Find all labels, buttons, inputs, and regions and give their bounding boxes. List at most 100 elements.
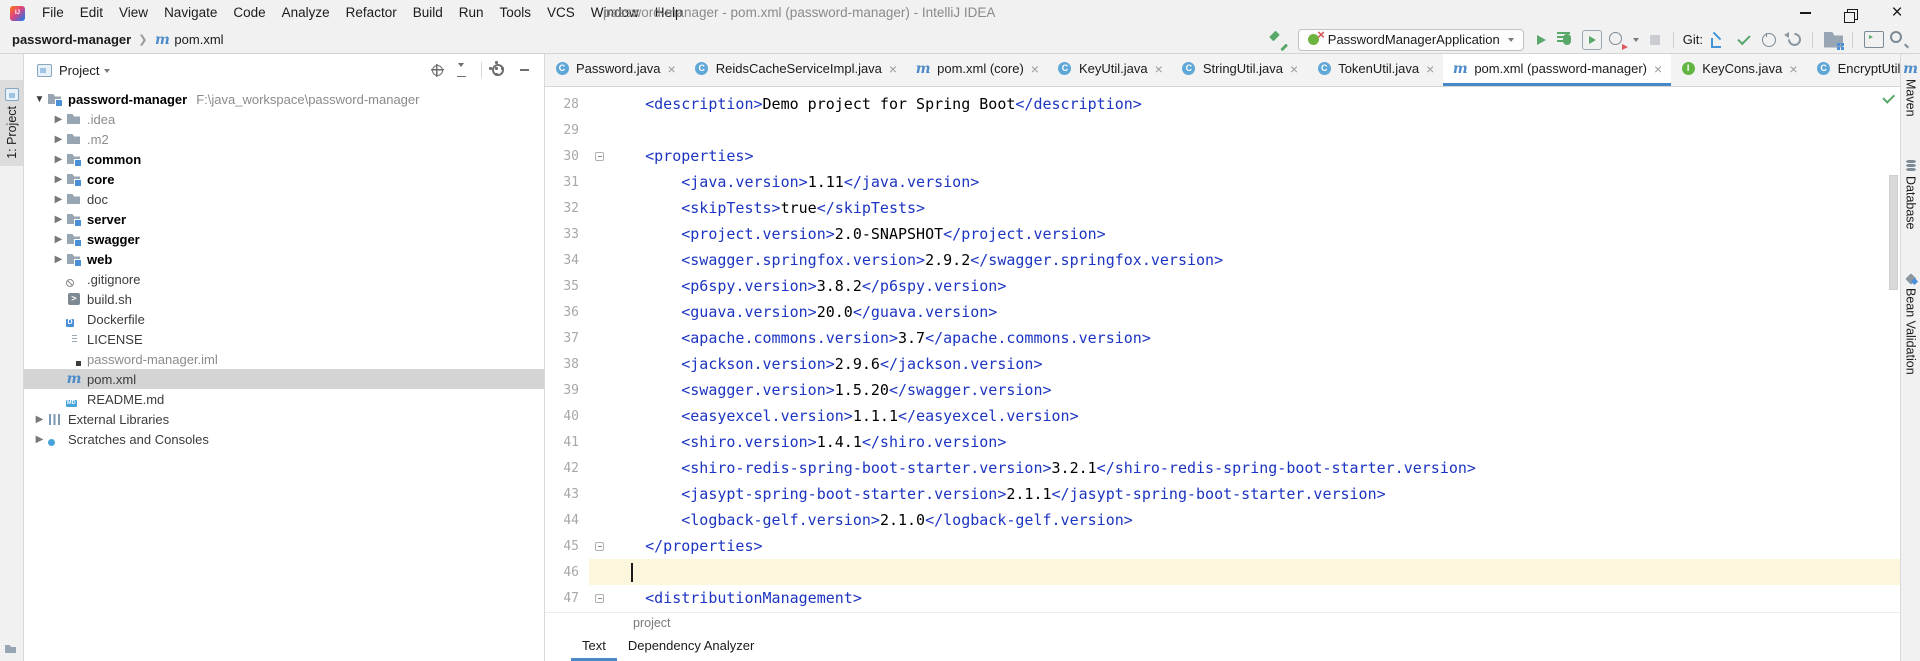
- git-update-button[interactable]: [1708, 29, 1730, 51]
- bottom-tab-text[interactable]: Text: [571, 633, 617, 661]
- code-line[interactable]: 42 <shiro-redis-spring-boot-starter.vers…: [545, 455, 1900, 481]
- menu-view[interactable]: View: [111, 0, 156, 26]
- tree-arrow-icon[interactable]: ▶: [51, 194, 66, 205]
- tree-arrow-icon[interactable]: ▶: [32, 414, 47, 425]
- tool-window-tab-maven[interactable]: Maven: [1904, 62, 1918, 117]
- locate-file-button[interactable]: [427, 60, 447, 80]
- tree-row[interactable]: ▶swagger: [24, 229, 544, 249]
- breadcrumb-file[interactable]: pom.xml: [174, 32, 223, 47]
- tree-row[interactable]: build.sh: [24, 289, 544, 309]
- code-line[interactable]: 34 <swagger.springfox.version>2.9.2</swa…: [545, 247, 1900, 273]
- menu-build[interactable]: Build: [405, 0, 451, 26]
- code-line[interactable]: 39 <swagger.version>1.5.20</swagger.vers…: [545, 377, 1900, 403]
- search-everywhere-button[interactable]: [1888, 29, 1910, 51]
- close-icon[interactable]: ×: [889, 61, 897, 77]
- close-button[interactable]: [1874, 0, 1920, 26]
- tree-row[interactable]: ▶core: [24, 169, 544, 189]
- code-line[interactable]: 29: [545, 117, 1900, 143]
- tree-arrow-icon[interactable]: ▼: [32, 94, 47, 105]
- editor-tab[interactable]: pom.xml (password-manager)×: [1443, 54, 1671, 86]
- menu-refactor[interactable]: Refactor: [338, 0, 405, 26]
- tool-window-tab-bean-validation[interactable]: Bean Validation: [1904, 271, 1918, 375]
- code-line[interactable]: 40 <easyexcel.version>1.1.1</easyexcel.v…: [545, 403, 1900, 429]
- menu-file[interactable]: File: [34, 0, 72, 26]
- profiler-button[interactable]: [1606, 29, 1628, 51]
- close-icon[interactable]: ×: [1789, 61, 1797, 77]
- git-commit-button[interactable]: [1733, 29, 1755, 51]
- fold-icon[interactable]: [595, 152, 604, 161]
- code-line[interactable]: 38 <jackson.version>2.9.6</jackson.versi…: [545, 351, 1900, 377]
- tree-arrow-icon[interactable]: ▶: [51, 134, 66, 145]
- breadcrumb-tag[interactable]: project: [633, 616, 671, 630]
- project-view-selector[interactable]: Project: [59, 63, 99, 78]
- favorites-icon[interactable]: [4, 642, 18, 656]
- tree-row[interactable]: password-manager.iml: [24, 349, 544, 369]
- close-icon[interactable]: ×: [1654, 61, 1662, 77]
- breadcrumb-project[interactable]: password-manager: [12, 32, 131, 47]
- tree-row[interactable]: LICENSE: [24, 329, 544, 349]
- profiler-dropdown-icon[interactable]: [1631, 29, 1641, 51]
- tree-row[interactable]: ▶External Libraries: [24, 409, 544, 429]
- run-button[interactable]: [1531, 29, 1553, 51]
- code-line[interactable]: 28 <description>Demo project for Spring …: [545, 91, 1900, 117]
- tree-row[interactable]: Dockerfile: [24, 309, 544, 329]
- tree-arrow-icon[interactable]: ▶: [51, 214, 66, 225]
- code-line[interactable]: 41 <shiro.version>1.4.1</shiro.version>: [545, 429, 1900, 455]
- close-icon[interactable]: ×: [1155, 61, 1163, 77]
- tree-arrow-icon[interactable]: ▶: [51, 234, 66, 245]
- collapse-all-button[interactable]: [453, 60, 473, 80]
- editor-tab[interactable]: pom.xml (core)×: [906, 54, 1048, 86]
- menu-edit[interactable]: Edit: [72, 0, 111, 26]
- terminal-button[interactable]: [1863, 29, 1885, 51]
- code-line[interactable]: 47 <distributionManagement>: [545, 585, 1900, 611]
- editor-tab[interactable]: StringUtil.java×: [1172, 54, 1307, 86]
- menu-analyze[interactable]: Analyze: [274, 0, 338, 26]
- git-rollback-button[interactable]: [1783, 29, 1805, 51]
- tree-row[interactable]: pom.xml: [24, 369, 544, 389]
- menu-code[interactable]: Code: [225, 0, 273, 26]
- menu-navigate[interactable]: Navigate: [156, 0, 225, 26]
- code-line[interactable]: 44 <logback-gelf.version>2.1.0</logback-…: [545, 507, 1900, 533]
- tree-row[interactable]: ▶server: [24, 209, 544, 229]
- tree-arrow-icon[interactable]: ▶: [51, 154, 66, 165]
- code-line[interactable]: 46: [545, 559, 1900, 585]
- vcs-changes-button[interactable]: [1823, 29, 1845, 51]
- tree-row[interactable]: ▶doc: [24, 189, 544, 209]
- tree-row[interactable]: .gitignore: [24, 269, 544, 289]
- tree-row[interactable]: ▼password-managerF:\java_workspace\passw…: [24, 89, 544, 109]
- close-icon[interactable]: ×: [1426, 61, 1434, 77]
- menu-tools[interactable]: Tools: [492, 0, 540, 26]
- tree-row[interactable]: ▶web: [24, 249, 544, 269]
- minimize-button[interactable]: [1782, 0, 1828, 26]
- run-configuration-select[interactable]: PasswordManagerApplication: [1298, 29, 1524, 51]
- tree-arrow-icon[interactable]: ▶: [51, 114, 66, 125]
- tree-row[interactable]: README.md: [24, 389, 544, 409]
- editor-tab[interactable]: ReidsCacheServiceImpl.java×: [685, 54, 906, 86]
- inspections-ok-icon[interactable]: [1880, 90, 1896, 106]
- tree-row[interactable]: ▶.idea: [24, 109, 544, 129]
- close-icon[interactable]: ×: [1290, 61, 1298, 77]
- code-line[interactable]: 33 <project.version>2.0-SNAPSHOT</projec…: [545, 221, 1900, 247]
- editor-tab[interactable]: Password.java×: [545, 54, 685, 86]
- tree-arrow-icon[interactable]: ▶: [51, 254, 66, 265]
- debug-button[interactable]: [1556, 29, 1578, 51]
- code-line[interactable]: 30 <properties>: [545, 143, 1900, 169]
- gear-icon[interactable]: [488, 60, 508, 80]
- editor-scrollbar[interactable]: [1889, 175, 1898, 290]
- code-line[interactable]: 43 <jasypt-spring-boot-starter.version>2…: [545, 481, 1900, 507]
- tree-row[interactable]: ▶common: [24, 149, 544, 169]
- close-icon[interactable]: ×: [668, 61, 676, 77]
- editor-tab[interactable]: KeyUtil.java×: [1048, 54, 1172, 86]
- tool-window-tab-project[interactable]: 1: Project: [0, 80, 23, 166]
- run-with-coverage-button[interactable]: [1581, 29, 1603, 51]
- editor-tab[interactable]: TokenUtil.java×: [1307, 54, 1443, 86]
- code-line[interactable]: 45 </properties>: [545, 533, 1900, 559]
- editor-tab[interactable]: KeyCons.java×: [1671, 54, 1806, 86]
- code-line[interactable]: 31 <java.version>1.11</java.version>: [545, 169, 1900, 195]
- code-editor[interactable]: 28 <description>Demo project for Spring …: [545, 87, 1900, 612]
- bottom-tab-dependency-analyzer[interactable]: Dependency Analyzer: [617, 633, 765, 661]
- menu-vcs[interactable]: VCS: [539, 0, 583, 26]
- maximize-button[interactable]: [1828, 0, 1874, 26]
- code-line[interactable]: 36 <guava.version>20.0</guava.version>: [545, 299, 1900, 325]
- code-line[interactable]: 32 <skipTests>true</skipTests>: [545, 195, 1900, 221]
